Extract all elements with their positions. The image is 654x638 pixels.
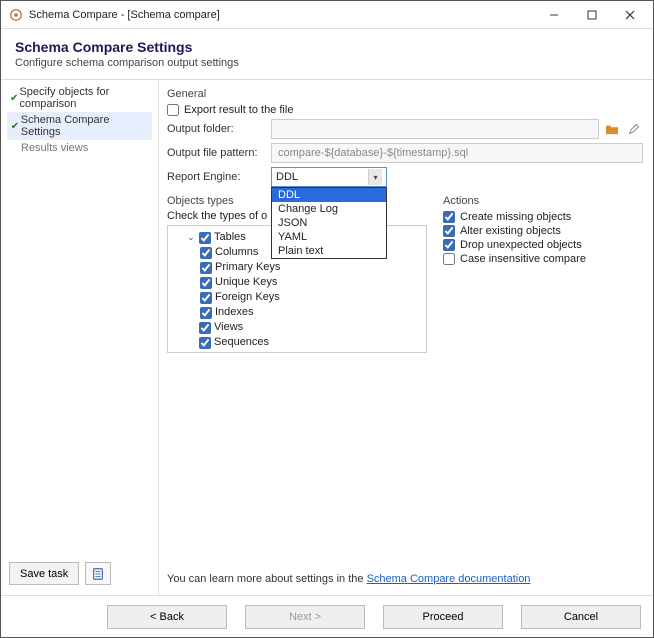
tree-checkbox-primary-keys[interactable] (200, 262, 212, 274)
action-row-alter-existing: Alter existing objects (443, 224, 643, 238)
page-title: Schema Compare Settings (15, 39, 639, 55)
edit-variables-button[interactable] (625, 120, 643, 138)
report-engine-selected-value: DDL (276, 171, 368, 183)
sidebar-item-results-views[interactable]: Results views (7, 140, 152, 156)
output-folder-label: Output folder: (167, 123, 271, 135)
action-label: Create missing objects (460, 211, 571, 223)
tree-label: Tables (214, 230, 246, 245)
tree-row-views[interactable]: Views (174, 320, 420, 335)
hint-bar: You can learn more about settings in the… (167, 563, 643, 595)
report-engine-option-json[interactable]: JSON (272, 216, 386, 230)
report-engine-selected[interactable]: DDL ▾ (271, 167, 387, 187)
wizard-header: Schema Compare Settings Configure schema… (1, 29, 653, 80)
general-section-label: General (167, 88, 643, 100)
tree-checkbox-unique-keys[interactable] (200, 277, 212, 289)
action-label: Case insensitive compare (460, 253, 586, 265)
documentation-link[interactable]: Schema Compare documentation (367, 573, 531, 585)
proceed-button[interactable]: Proceed (383, 605, 503, 629)
collapse-icon[interactable]: ⌄ (186, 230, 196, 245)
tree-row-sequences[interactable]: Sequences (174, 335, 420, 350)
lower-columns: Objects types Check the types of objects… (167, 193, 643, 353)
actions-section-label: Actions (443, 195, 643, 207)
tree-label: Primary Keys (215, 260, 280, 275)
report-engine-option-ddl[interactable]: DDL (272, 188, 386, 202)
sidebar-item-label: Specify objects for comparison (19, 86, 150, 110)
tree-row-indexes[interactable]: Indexes (174, 305, 420, 320)
wizard-body: ✔ Specify objects for comparison ✔ Schem… (1, 80, 653, 595)
tree-checkbox-sequences[interactable] (199, 337, 211, 349)
sidebar-item-label: Results views (21, 142, 88, 154)
next-button[interactable]: Next > (245, 605, 365, 629)
action-row-drop-unexpected: Drop unexpected objects (443, 238, 643, 252)
check-icon: ✔ (9, 93, 19, 104)
close-button[interactable] (611, 1, 649, 29)
check-icon: ✔ (9, 121, 21, 132)
export-result-row: Export result to the file (167, 103, 643, 117)
action-row-create-missing: Create missing objects (443, 210, 643, 224)
page-subtitle: Configure schema comparison output setti… (15, 57, 639, 69)
save-task-button[interactable]: Save task (9, 562, 79, 585)
tree-label: Sequences (214, 335, 269, 350)
tree-label: Foreign Keys (215, 290, 280, 305)
tree-row-primary-keys[interactable]: Primary Keys (174, 260, 420, 275)
export-result-checkbox[interactable] (167, 104, 179, 116)
wizard-sidebar: ✔ Specify objects for comparison ✔ Schem… (1, 80, 159, 595)
output-pattern-input[interactable] (271, 143, 643, 163)
tree-checkbox-foreign-keys[interactable] (200, 292, 212, 304)
tree-row-foreign-keys[interactable]: Foreign Keys (174, 290, 420, 305)
sidebar-item-specify-objects[interactable]: ✔ Specify objects for comparison (7, 84, 152, 112)
action-checkbox-drop-unexpected[interactable] (443, 239, 455, 251)
save-task-config-button[interactable] (85, 562, 111, 585)
tree-label: Columns (215, 245, 258, 260)
report-engine-option-yaml[interactable]: YAML (272, 230, 386, 244)
output-pattern-label: Output file pattern: (167, 147, 271, 159)
tree-label: Views (214, 320, 243, 335)
tree-row-unique-keys[interactable]: Unique Keys (174, 275, 420, 290)
back-button[interactable]: < Back (107, 605, 227, 629)
tree-label: Unique Keys (215, 275, 277, 290)
action-checkbox-alter-existing[interactable] (443, 225, 455, 237)
hint-text: You can learn more about settings in the (167, 573, 367, 585)
browse-folder-button[interactable] (603, 120, 621, 138)
wizard-buttons: < Back Next > Proceed Cancel (1, 595, 653, 637)
sidebar-item-label: Schema Compare Settings (21, 114, 150, 138)
action-label: Alter existing objects (460, 225, 561, 237)
app-icon (9, 8, 23, 22)
report-engine-dropdown: DDL Change Log JSON YAML Plain text (271, 187, 387, 259)
action-checkbox-case-insensitive[interactable] (443, 253, 455, 265)
report-engine-row: Report Engine: DDL ▾ DDL Change Log JSON… (167, 167, 643, 187)
report-engine-option-plaintext[interactable]: Plain text (272, 244, 386, 258)
output-folder-input[interactable] (271, 119, 599, 139)
report-engine-label: Report Engine: (167, 171, 271, 183)
minimize-button[interactable] (535, 1, 573, 29)
action-row-case-insensitive: Case insensitive compare (443, 252, 643, 266)
tree-label: Indexes (215, 305, 254, 320)
action-checkbox-create-missing[interactable] (443, 211, 455, 223)
sidebar-item-schema-compare-settings[interactable]: ✔ Schema Compare Settings (7, 112, 152, 140)
output-folder-row: Output folder: (167, 119, 643, 139)
report-engine-select[interactable]: DDL ▾ DDL Change Log JSON YAML Plain tex… (271, 167, 387, 187)
titlebar: Schema Compare - [Schema compare] (1, 1, 653, 29)
tree-checkbox-tables[interactable] (199, 232, 211, 244)
action-label: Drop unexpected objects (460, 239, 582, 251)
sidebar-actions: Save task (7, 556, 152, 591)
output-pattern-row: Output file pattern: (167, 143, 643, 163)
tree-checkbox-views[interactable] (199, 322, 211, 334)
tree-checkbox-indexes[interactable] (200, 307, 212, 319)
tree-checkbox-columns[interactable] (200, 247, 212, 259)
window: Schema Compare - [Schema compare] Schema… (0, 0, 654, 638)
report-engine-option-changelog[interactable]: Change Log (272, 202, 386, 216)
cancel-button[interactable]: Cancel (521, 605, 641, 629)
window-title: Schema Compare - [Schema compare] (29, 9, 220, 21)
actions-column: Actions Create missing objects Alter exi… (443, 193, 643, 353)
settings-content: General Export result to the file Output… (159, 80, 653, 595)
chevron-down-icon: ▾ (368, 169, 382, 185)
maximize-button[interactable] (573, 1, 611, 29)
export-result-label: Export result to the file (184, 104, 293, 116)
